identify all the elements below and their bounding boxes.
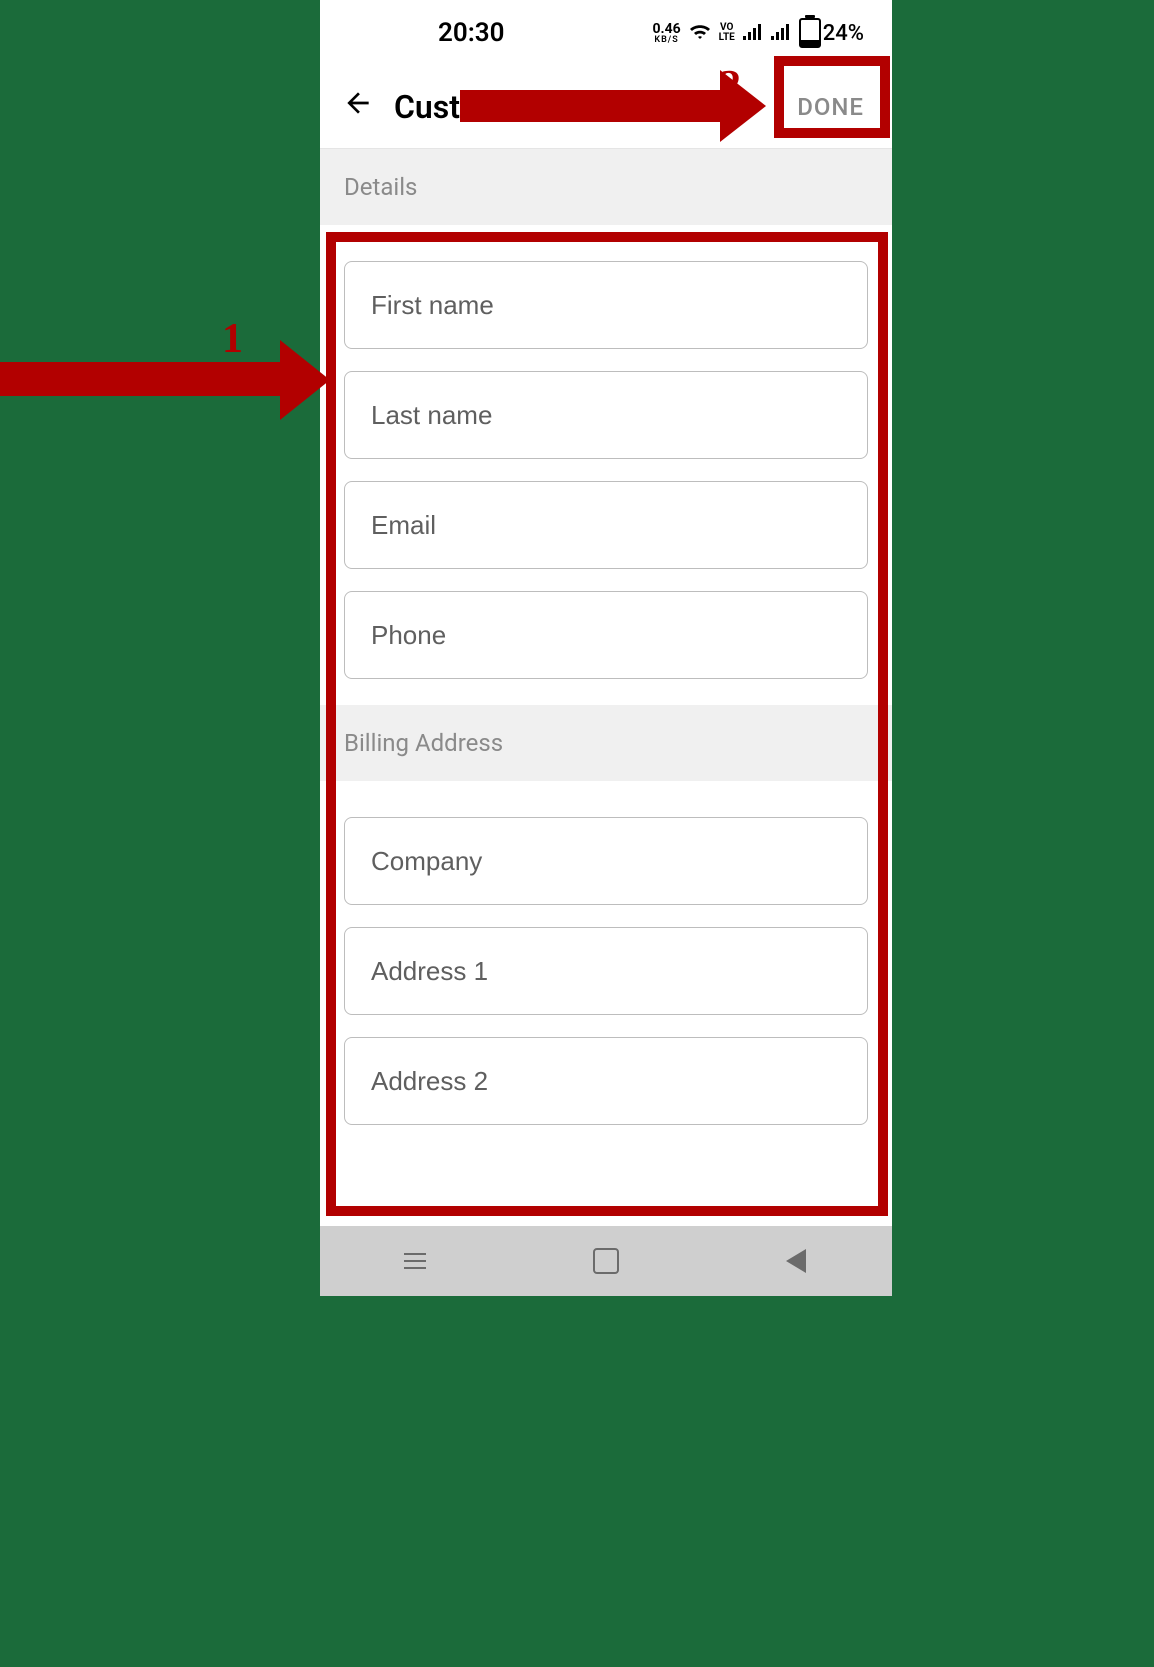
nav-recent-button[interactable] xyxy=(400,1246,430,1276)
status-right: 0.46 KB/S VO LTE 24% xyxy=(652,18,864,48)
battery-percent: 24% xyxy=(823,21,864,46)
battery-icon xyxy=(799,18,821,48)
phone-screen: 20:30 0.46 KB/S VO LTE 24% xyxy=(320,0,892,1295)
battery-indicator: 24% xyxy=(799,18,864,48)
section-header-billing: Billing Address xyxy=(320,705,892,781)
phone-field[interactable] xyxy=(344,591,868,679)
signal-icon-1 xyxy=(743,21,763,45)
signal-icon-2 xyxy=(771,21,791,45)
wifi-icon xyxy=(689,21,711,45)
first-name-input[interactable] xyxy=(369,289,843,322)
annotation-arrow-1-shaft xyxy=(0,362,280,396)
address2-field[interactable] xyxy=(344,1037,868,1125)
phone-input[interactable] xyxy=(369,619,843,652)
annotation-number-1: 1 xyxy=(222,315,243,363)
section-header-details: Details xyxy=(320,149,892,225)
volte-icon: VO LTE xyxy=(719,23,735,43)
app-bar: Customer details DONE xyxy=(320,66,892,149)
last-name-field[interactable] xyxy=(344,371,868,459)
android-nav-bar xyxy=(320,1226,892,1296)
status-time: 20:30 xyxy=(438,18,505,48)
address1-input[interactable] xyxy=(369,955,843,988)
nav-home-button[interactable] xyxy=(591,1246,621,1276)
company-input[interactable] xyxy=(369,845,843,878)
status-bar: 20:30 0.46 KB/S VO LTE 24% xyxy=(320,0,892,66)
address2-input[interactable] xyxy=(369,1065,843,1098)
network-speed: 0.46 KB/S xyxy=(652,22,680,45)
details-fields xyxy=(320,225,892,705)
email-field[interactable] xyxy=(344,481,868,569)
email-input[interactable] xyxy=(369,509,843,542)
back-button[interactable] xyxy=(338,87,378,127)
page-title: Customer details xyxy=(394,88,787,126)
first-name-field[interactable] xyxy=(344,261,868,349)
billing-fields xyxy=(320,781,892,1129)
last-name-input[interactable] xyxy=(369,399,843,432)
address1-field[interactable] xyxy=(344,927,868,1015)
company-field[interactable] xyxy=(344,817,868,905)
nav-back-button[interactable] xyxy=(782,1246,812,1276)
done-button[interactable]: DONE xyxy=(787,83,874,131)
